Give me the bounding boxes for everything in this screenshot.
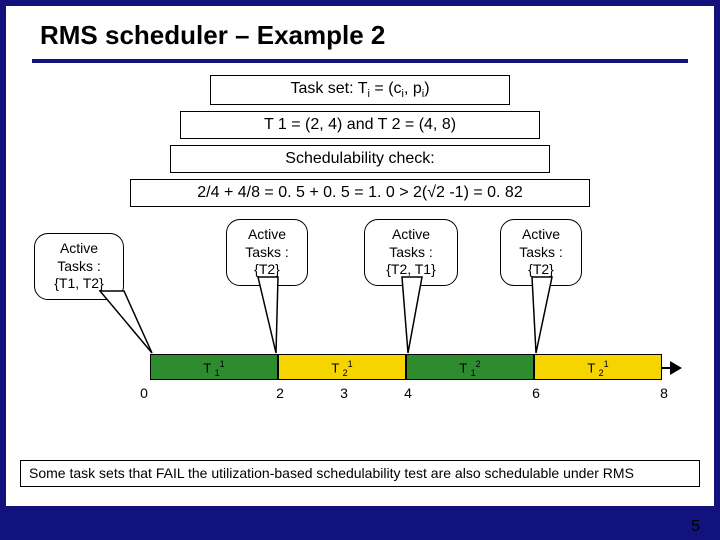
bubble-tail-1	[252, 275, 292, 355]
bubble-line: Tasks :	[43, 258, 115, 276]
footnote-box: Some task sets that FAIL the utilization…	[20, 460, 700, 487]
timeline: T 11 T 21 T 12 T 21	[150, 354, 680, 382]
page-title: RMS scheduler – Example 2	[6, 6, 714, 57]
tick-label: 2	[276, 385, 284, 401]
timeline-seg-label: T 21	[279, 359, 405, 378]
timeline-seg-3: T 21	[534, 354, 662, 380]
timeline-seg-0: T 11	[150, 354, 278, 380]
taskset-box: Task set: Ti = (ci, pi)	[210, 75, 510, 105]
tasks-box: T 1 = (2, 4) and T 2 = (4, 8)	[180, 111, 540, 139]
tick-label: 0	[140, 385, 148, 401]
timeline-seg-label: T 21	[535, 359, 661, 378]
tick-label: 3	[340, 385, 348, 401]
bubble-line: Tasks :	[235, 244, 299, 262]
tick-label: 8	[660, 385, 668, 401]
timeline-stage: Active Tasks : {T1, T2} Active Tasks : {…	[30, 219, 690, 419]
timeline-seg-label: T 12	[407, 359, 533, 378]
timeline-seg-1: T 21	[278, 354, 406, 380]
bubble-line: Active	[43, 240, 115, 258]
timeline-seg-label: T 11	[151, 359, 277, 378]
bubble-line: Active	[373, 226, 449, 244]
timeline-seg-2: T 12	[406, 354, 534, 380]
bubble-line: Tasks :	[509, 244, 573, 262]
bubble-tail-2	[396, 275, 436, 355]
tick-label: 4	[404, 385, 412, 401]
bubble-tail-3	[526, 275, 566, 355]
equation-box: 2/4 + 4/8 = 0. 5 + 0. 5 = 1. 0 > 2(√2 -1…	[130, 179, 590, 207]
title-underline	[32, 59, 688, 63]
bubble-tail-0	[90, 289, 160, 359]
tick-label: 6	[532, 385, 540, 401]
page-number: 5	[691, 518, 700, 536]
sched-check-box: Schedulability check:	[170, 145, 550, 173]
timeline-arrowhead	[670, 361, 682, 375]
bubble-line: Tasks :	[373, 244, 449, 262]
bubble-line: Active	[235, 226, 299, 244]
bubble-line: Active	[509, 226, 573, 244]
